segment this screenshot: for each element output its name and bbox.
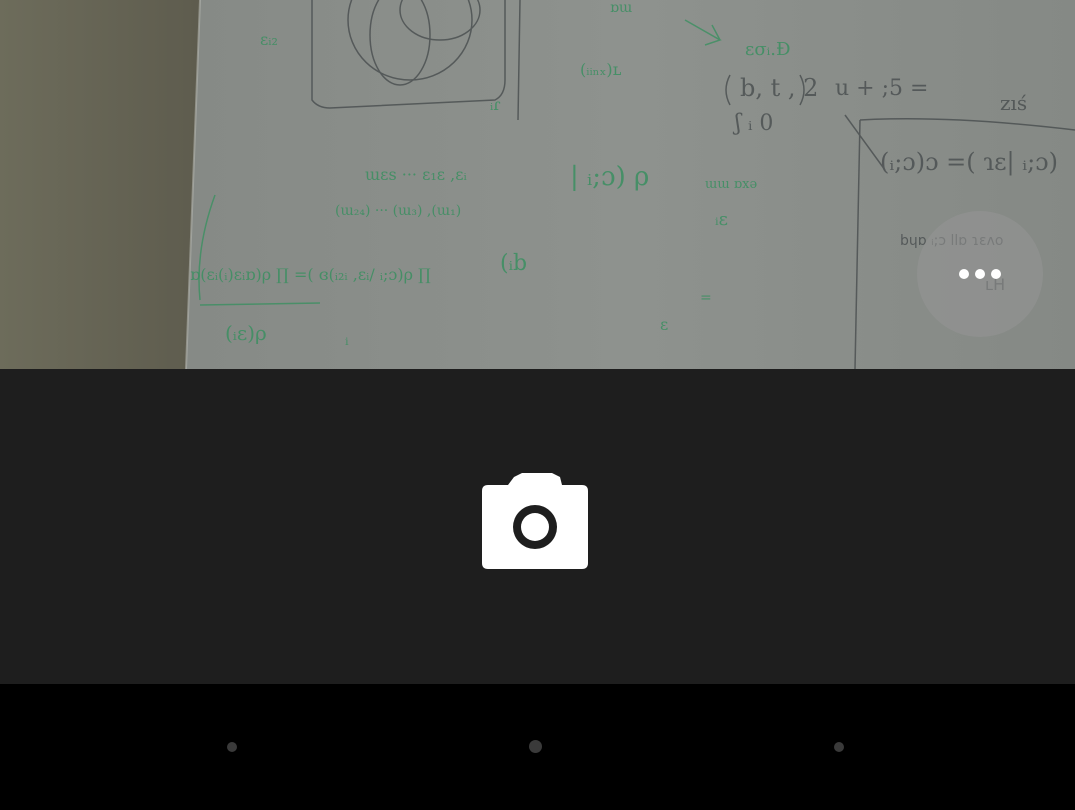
svg-text:zıś: zıś — [1000, 91, 1027, 115]
nav-recents-button[interactable] — [834, 742, 844, 752]
more-options-icon-dot-2 — [975, 269, 985, 279]
svg-text:ʃ ᵢ 0: ʃ ᵢ 0 — [732, 111, 773, 136]
svg-text:ɒɯ: ɒɯ — [610, 0, 632, 16]
svg-text:(ᵢb: (ᵢb — [500, 251, 527, 276]
svg-text:ɯɛs ··· ɛ₁ɛ ,ɛᵢ: ɯɛs ··· ɛ₁ɛ ,ɛᵢ — [365, 165, 467, 184]
svg-text:ᵢ: ᵢ — [345, 329, 349, 350]
shutter-button[interactable] — [482, 473, 588, 569]
camera-controls-panel — [0, 369, 1075, 684]
nav-back-button[interactable] — [227, 742, 237, 752]
svg-text:(ɯ₂₄) ··· (ɯ₃) ,(ɯ₁): (ɯ₂₄) ··· (ɯ₃) ,(ɯ₁) — [335, 203, 461, 219]
camera-viewfinder[interactable]: b, t , 2 u + ;5 = zıś ʃ ᵢ 0 (ᵢ;ɔ)ɔ =( ɿɛ… — [0, 0, 1075, 369]
camera-icon — [482, 473, 588, 569]
camera-app: b, t , 2 u + ;5 = zıś ʃ ᵢ 0 (ᵢ;ɔ)ɔ =( ɿɛ… — [0, 0, 1075, 810]
svg-text:ɛσᵢ.Ð: ɛσᵢ.Ð — [745, 39, 790, 60]
nav-home-button[interactable] — [529, 740, 542, 753]
svg-text:=: = — [700, 290, 712, 306]
svg-text:ɯɯ ɒxǝ: ɯɯ ɒxǝ — [705, 177, 757, 192]
svg-text:(ᵢɛ)ρ: (ᵢɛ)ρ — [225, 321, 267, 345]
viewfinder-preview-image: b, t , 2 u + ;5 = zıś ʃ ᵢ 0 (ᵢ;ɔ)ɔ =( ɿɛ… — [0, 0, 1075, 369]
svg-text:u + ;5 =: u + ;5 = — [835, 76, 928, 101]
svg-text:ɛᵢ₂: ɛᵢ₂ — [260, 30, 278, 49]
svg-text:ᵢɾ: ᵢɾ — [490, 95, 500, 114]
svg-text:(ᵢᵢₙₓ)ʟ: (ᵢᵢₙₓ)ʟ — [580, 60, 622, 79]
svg-text:ɛ: ɛ — [660, 315, 668, 334]
more-options-button[interactable] — [917, 211, 1043, 337]
svg-text:b, t , 2: b, t , 2 — [740, 74, 818, 102]
svg-text:(ᵢ;ɔ)ɔ =( ɿɛ| ᵢ;ɔ): (ᵢ;ɔ)ɔ =( ɿɛ| ᵢ;ɔ) — [880, 148, 1058, 177]
svg-text:ɒ(ɛᵢ(ᵢ)ɛᵢɒ)ρ ∏ =( ɞ(ᵢ₂ᵢ ,ɛᵢ/: ɒ(ɛᵢ(ᵢ)ɛᵢɒ)ρ ∏ =( ɞ(ᵢ₂ᵢ ,ɛᵢ/ ᵢ;ɔ)ρ ∏ — [190, 265, 431, 284]
more-options-icon-dot-3 — [991, 269, 1001, 279]
system-navigation-bar — [0, 684, 1075, 810]
svg-text:| ᵢ;ɔ) ρ: | ᵢ;ɔ) ρ — [570, 162, 649, 192]
more-options-icon — [959, 269, 969, 279]
svg-text:ᵢɛ: ᵢɛ — [715, 209, 728, 230]
